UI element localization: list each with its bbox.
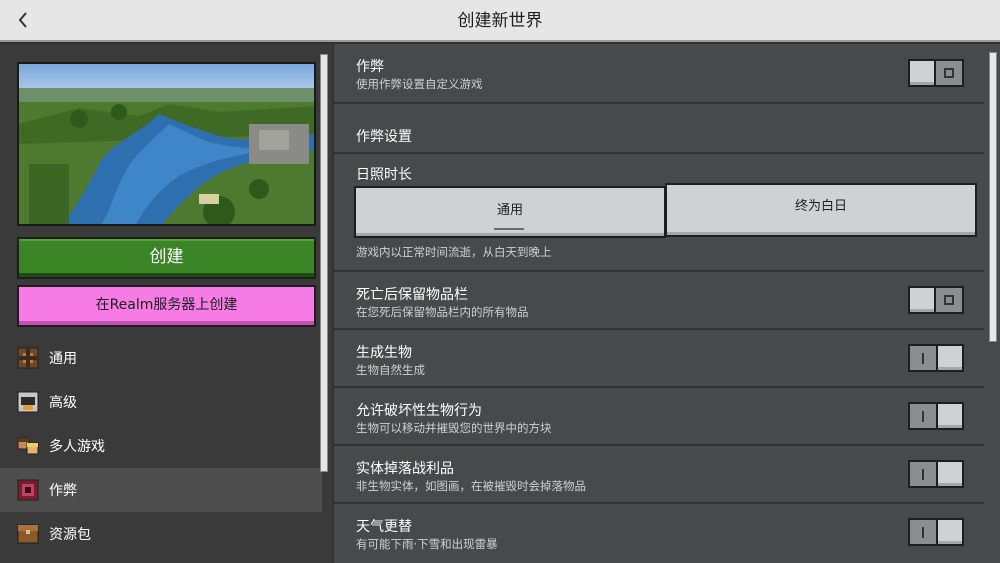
multiplayer-icon [17,437,39,455]
option-label: 终为白日 [794,199,847,214]
cheats-row: 作弊 使用作弊设置自定义游戏 [334,44,984,104]
row-title: 生成生物 [356,345,412,361]
sidebar-item-label: 作弊 [49,483,77,499]
row-title: 允许破坏性生物行为 [356,403,482,419]
sidebar-item-label: 多人游戏 [49,439,105,455]
toggle-on-indicator [916,408,930,424]
daylight-option-normal[interactable]: 通用 [354,186,666,238]
mob-griefing-row: 允许破坏性生物行为 生物可以移动并摧毁您的世界中的方块 [334,388,984,446]
daylight-desc: 游戏内以正常时间流逝，从白天到晚上 [356,245,552,259]
row-desc: 生物可以移动并摧毁您的世界中的方块 [356,421,552,435]
keep-inventory-row: 死亡后保留物品栏 在您死后保留物品栏内的所有物品 [334,272,984,330]
entity-drops-row: 实体掉落战利品 非生物实体，如图画，在被摧毁时会掉落物品 [334,446,984,504]
sidebar-nav: 通用 高级 多人游戏 作弊 资源包 [0,336,322,556]
toggle-off-indicator [942,292,956,308]
toggle-on-indicator [916,350,930,366]
toggle-knob [908,286,936,314]
create-on-realm-button[interactable]: 在Realm服务器上创建 [17,285,316,327]
toggle-on-indicator [916,466,930,482]
sidebar-item-label: 高级 [49,395,77,411]
toggle-knob [936,518,964,546]
row-title: 实体掉落战利品 [356,461,454,477]
cheats-desc: 使用作弊设置自定义游戏 [356,77,483,91]
daylight-option-always-day[interactable]: 终为白日 [665,183,977,237]
daylight-title: 日照时长 [356,167,412,183]
sidebar-item-advanced[interactable]: 高级 [0,380,322,424]
selected-indicator [494,228,524,230]
cheats-icon [17,479,39,501]
settings-block-icon [17,347,39,369]
keep-inventory-toggle[interactable] [908,286,964,314]
sidebar-item-cheats[interactable]: 作弊 [0,468,322,512]
daylight-row: 日照时长 通用 终为白日 游戏内以正常时间流逝，从白天到晚上 [334,154,984,272]
toggle-knob [936,402,964,430]
toggle-off-indicator [942,65,956,81]
row-desc: 有可能下雨·下雪和出现雷暴 [356,537,498,551]
toggle-knob [908,59,936,87]
cheats-toggle[interactable] [908,59,964,87]
cheat-settings-header: 作弊设置 [334,104,984,154]
cheats-title: 作弊 [356,59,384,75]
toggle-on-indicator [916,524,930,540]
sidebar-item-label: 通用 [49,351,77,367]
entity-drops-toggle[interactable] [908,460,964,488]
row-desc: 生物自然生成 [356,363,425,377]
right-scrollbar[interactable] [989,52,997,342]
sidebar-item-label: 资源包 [49,527,91,543]
row-title: 死亡后保留物品栏 [356,287,468,303]
left-panel: 创建 在Realm服务器上创建 通用 高级 多人游戏 作弊 资源包 [0,44,332,563]
page-title: 创建新世界 [457,11,543,31]
row-desc: 在您死后保留物品栏内的所有物品 [356,305,529,319]
advanced-icon [17,391,39,413]
mob-griefing-toggle[interactable] [908,402,964,430]
section-label: 作弊设置 [356,129,412,145]
mob-spawning-toggle[interactable] [908,344,964,372]
top-bar: 创建新世界 [0,0,1000,42]
settings-panel: 作弊 使用作弊设置自定义游戏 作弊设置 日照时长 通用 终为白日 游戏内以正常时… [334,44,1000,563]
row-desc: 非生物实体，如图画，在被摧毁时会掉落物品 [356,479,586,493]
left-scrollbar[interactable] [320,54,328,472]
sidebar-item-resource-packs[interactable]: 资源包 [0,512,322,556]
toggle-knob [936,344,964,372]
sidebar-item-multiplayer[interactable]: 多人游戏 [0,424,322,468]
sidebar-item-general[interactable]: 通用 [0,336,322,380]
option-label: 通用 [496,203,523,218]
create-button[interactable]: 创建 [17,237,316,279]
world-preview-image [17,62,316,226]
resource-pack-icon [17,524,39,544]
weather-cycle-toggle[interactable] [908,518,964,546]
weather-cycle-row: 天气更替 有可能下雨·下雪和出现雷暴 [334,504,984,563]
mob-spawning-row: 生成生物 生物自然生成 [334,330,984,388]
toggle-knob [936,460,964,488]
row-title: 天气更替 [356,519,412,535]
